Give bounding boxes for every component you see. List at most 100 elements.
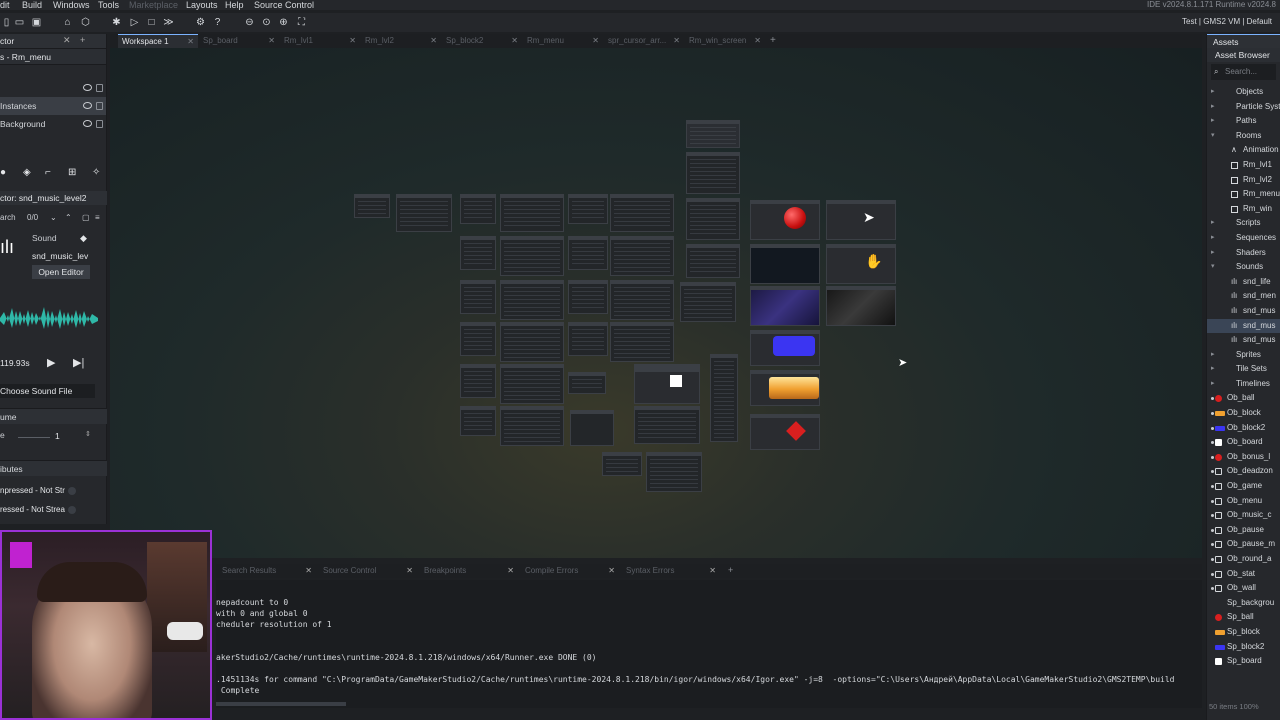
close-icon[interactable]: ✕ (187, 35, 194, 49)
chevron-right-icon[interactable]: ▸ (1211, 362, 1219, 377)
radio-icon[interactable] (68, 487, 76, 495)
chevron-down-icon[interactable]: ▾ (1211, 129, 1219, 144)
chevron-up-icon[interactable]: ⌃ (65, 211, 72, 225)
asset-tree-item[interactable]: Ob_block (1207, 406, 1280, 421)
inspector-tab[interactable]: ctor ✕ + (0, 34, 106, 49)
import-icon[interactable]: ⬡ (79, 16, 92, 29)
workspace-window[interactable] (686, 198, 740, 240)
workspace-window[interactable] (460, 322, 496, 356)
add-tab-icon[interactable]: + (770, 35, 776, 46)
lock-icon[interactable] (96, 120, 103, 128)
workspace-window[interactable] (568, 372, 606, 394)
save-icon[interactable]: ▣ (30, 16, 43, 29)
eye-icon[interactable] (83, 120, 92, 127)
attribute-option[interactable]: ressed - Not Strea (0, 505, 107, 519)
asset-tree-item[interactable]: ılı snd_life (1207, 275, 1280, 290)
eye-icon[interactable] (83, 102, 92, 109)
debug-icon[interactable]: ✱ (110, 16, 123, 29)
workspace-window[interactable] (634, 406, 700, 444)
sprite-editor-window[interactable]: ➤ (826, 200, 896, 240)
menu-layouts[interactable]: Layouts (186, 0, 218, 10)
asset-tree-item[interactable]: Ob_menu (1207, 494, 1280, 509)
asset-tree-item[interactable]: Ob_bonus_l (1207, 450, 1280, 465)
chevron-right-icon[interactable]: ▸ (1211, 231, 1219, 246)
tile-layer-icon[interactable]: ◈ (23, 167, 31, 178)
asset-tree-item[interactable]: Ob_music_c (1207, 508, 1280, 523)
lock-icon[interactable] (96, 102, 103, 110)
pin-icon[interactable]: ◆ (80, 233, 87, 244)
menu-source-control[interactable]: Source Control (254, 0, 314, 10)
tab-compile-errors[interactable]: Compile Errors ✕ (519, 564, 619, 578)
workspace-window[interactable] (568, 236, 608, 270)
volume-section[interactable]: ume (0, 408, 107, 424)
radio-icon[interactable] (68, 506, 76, 514)
workspace-window[interactable] (354, 194, 390, 218)
asset-tree-item[interactable]: Ob_ball (1207, 391, 1280, 406)
close-icon[interactable]: ✕ (511, 34, 518, 48)
help-icon[interactable]: ? (211, 16, 224, 29)
workspace-window[interactable] (460, 236, 496, 270)
workspace-window[interactable] (500, 406, 564, 446)
sprite-editor-window[interactable] (750, 244, 820, 284)
zoom-in-icon[interactable]: ⊕ (277, 16, 290, 29)
menu-windows[interactable]: Windows (53, 0, 90, 10)
workspace-window[interactable] (460, 406, 496, 436)
tab-syntax-errors[interactable]: Syntax Errors ✕ (620, 564, 720, 578)
sprite-editor-window[interactable] (750, 286, 820, 326)
asset-tree-item[interactable]: ▸ Paths (1207, 114, 1280, 129)
asset-tree-item[interactable]: Sp_block (1207, 625, 1280, 640)
horizontal-scrollbar[interactable] (216, 702, 346, 706)
tab-search-results[interactable]: Search Results ✕ (216, 564, 316, 578)
close-icon[interactable]: ✕ (268, 34, 275, 48)
workspace-window[interactable] (710, 354, 738, 442)
workspace-window[interactable] (686, 152, 740, 194)
layer-background[interactable]: Background (0, 115, 106, 133)
asset-tree-item[interactable]: ▸ Timelines (1207, 377, 1280, 392)
close-icon[interactable]: ✕ (507, 564, 514, 578)
workspace-window[interactable] (460, 364, 496, 398)
asset-tree-item[interactable]: ▸ Sprites (1207, 348, 1280, 363)
asset-tree-item[interactable]: Rm_lvl2 (1207, 173, 1280, 188)
asset-tree-item[interactable]: ılı snd_mus (1207, 318, 1280, 334)
tab-workspace-1[interactable]: Workspace 1 ✕ (118, 34, 198, 48)
close-icon[interactable]: ✕ (349, 34, 356, 48)
workspace-window[interactable] (634, 368, 700, 404)
menu-icon[interactable]: ≡ (95, 211, 100, 225)
asset-tree-item[interactable]: Ob_deadzon (1207, 464, 1280, 479)
workspace-window[interactable] (680, 282, 736, 322)
workspace-window[interactable] (568, 280, 608, 314)
target-selector[interactable]: Test | GMS2 VM | Default (1182, 17, 1272, 26)
output-console[interactable]: nepadcount to 0 with 0 and global 0 ched… (216, 580, 1202, 708)
sprite-editor-window[interactable] (750, 414, 820, 450)
asset-tree-item[interactable]: Sp_backgrou (1207, 596, 1280, 611)
layer-row[interactable] (0, 79, 106, 97)
open-project-icon[interactable]: ▭ (13, 16, 26, 29)
asset-search-input[interactable]: ⌕ Search... (1211, 64, 1276, 80)
asset-tree-item[interactable]: ▾ Rooms (1207, 129, 1280, 144)
chevron-right-icon[interactable]: ▸ (1211, 348, 1219, 363)
skip-end-icon[interactable]: ▶| (73, 356, 84, 369)
asset-tree-item[interactable]: ılı snd_mus (1207, 304, 1280, 319)
instance-layer-icon[interactable]: ● (0, 167, 6, 178)
workspace-window[interactable] (460, 194, 496, 224)
close-icon[interactable]: ✕ (754, 34, 761, 48)
tab-spr-cursor[interactable]: spr_cursor_arr... ✕ (604, 34, 684, 48)
eye-icon[interactable] (83, 84, 92, 91)
asset-tree-item[interactable]: ▸ Particle Syste (1207, 100, 1280, 115)
menu-marketplace[interactable]: Marketplace (129, 0, 178, 10)
sprite-editor-window[interactable] (826, 286, 896, 326)
asset-tree-item[interactable]: Ob_stat (1207, 567, 1280, 582)
sprite-editor-window[interactable] (750, 330, 820, 366)
workspace-window[interactable] (602, 452, 642, 476)
asset-tree-item[interactable]: Ob_wall (1207, 581, 1280, 596)
add-tab-icon[interactable]: + (80, 35, 85, 45)
workspace-window[interactable] (686, 120, 740, 148)
asset-tree-item[interactable]: ▾ Sounds (1207, 260, 1280, 275)
asset-tree-item[interactable]: ılı snd_men (1207, 289, 1280, 304)
workspace-window[interactable] (500, 236, 564, 276)
close-icon[interactable]: ✕ (592, 34, 599, 48)
new-project-icon[interactable]: ▯ (0, 16, 13, 29)
close-icon[interactable]: ✕ (709, 564, 716, 578)
volume-value[interactable]: 1 (55, 431, 60, 441)
attribute-option[interactable]: npressed - Not Str (0, 486, 107, 500)
